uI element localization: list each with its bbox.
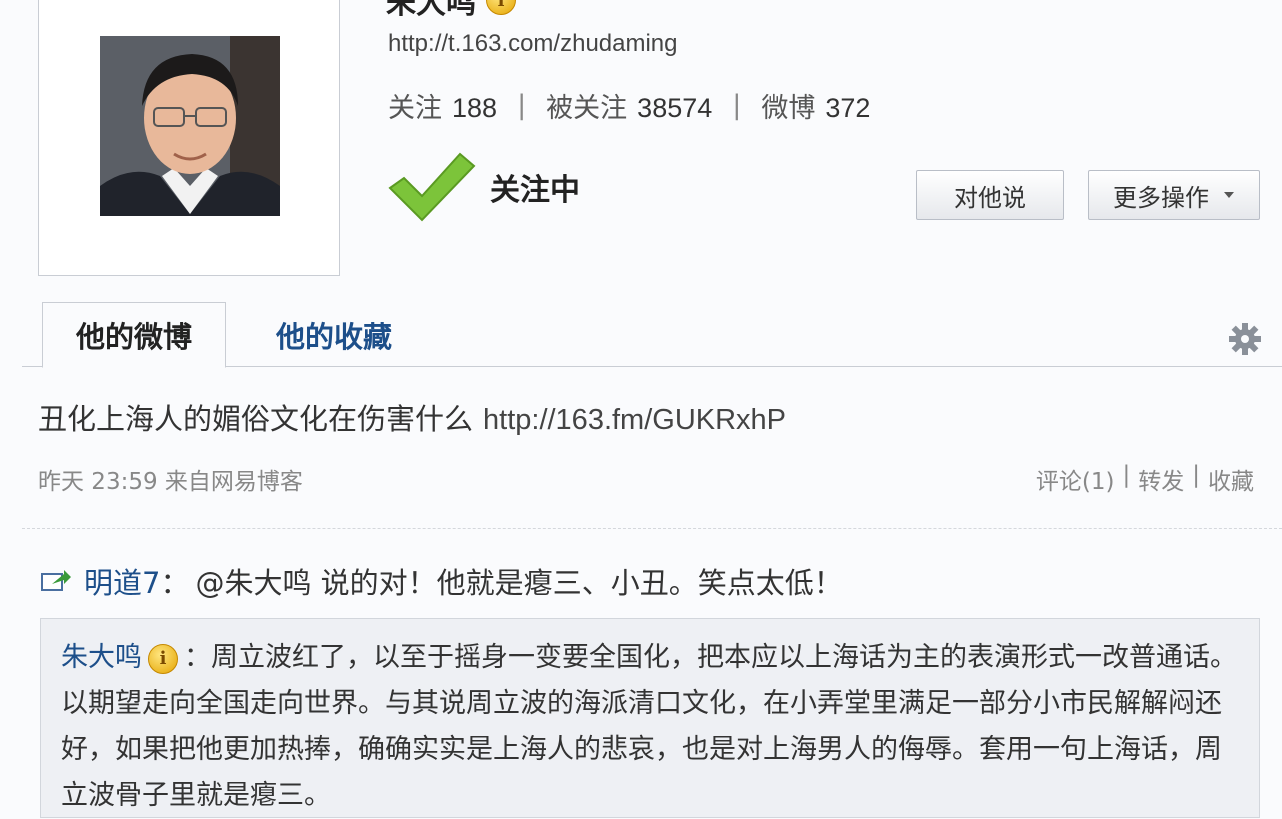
checkmark-icon bbox=[388, 152, 476, 222]
following-label: 关注 bbox=[388, 93, 442, 124]
post-link[interactable]: http://163.fm/GUKRxhP bbox=[483, 404, 786, 436]
following-stat[interactable]: 关注 188 bbox=[388, 86, 497, 125]
stat-divider: | bbox=[517, 90, 527, 121]
more-actions-button[interactable]: 更多操作 bbox=[1088, 170, 1260, 220]
post-divider bbox=[22, 528, 1282, 529]
post-content: 丑化上海人的媚俗文化在伤害什么 http://163.fm/GUKRxhP bbox=[38, 396, 786, 438]
followers-label: 被关注 bbox=[546, 93, 628, 124]
talk-to-him-button[interactable]: 对他说 bbox=[916, 170, 1064, 220]
following-count: 188 bbox=[452, 93, 498, 123]
quoted-verified-badge: i bbox=[148, 643, 178, 674]
post-actions: 评论(1) | 转发 | 收藏 bbox=[1036, 462, 1254, 496]
forward-link[interactable]: 转发 bbox=[1138, 462, 1184, 496]
repost-icon bbox=[41, 570, 71, 591]
favorite-link[interactable]: 收藏 bbox=[1208, 462, 1254, 496]
gear-icon[interactable] bbox=[1228, 322, 1262, 356]
chevron-down-icon bbox=[1224, 192, 1234, 198]
more-actions-label: 更多操作 bbox=[1113, 183, 1209, 212]
repost-row: 明道7 ： @朱大鸣 说的对！他就是瘪三、小丑。笑点太低！ bbox=[40, 560, 843, 602]
avatar[interactable] bbox=[100, 36, 280, 216]
tab-his-posts[interactable]: 他的微博 bbox=[42, 302, 226, 368]
action-separator: | bbox=[1122, 462, 1131, 488]
profile-url[interactable]: http://t.163.com/zhudaming bbox=[388, 30, 678, 58]
verified-badge-icon: i bbox=[148, 643, 178, 674]
repost-colon: ： bbox=[160, 566, 190, 600]
posts-label: 微博 bbox=[761, 93, 816, 124]
verified-badge-icon: i bbox=[486, 0, 516, 15]
profile-header: 朱大鸣 i bbox=[386, 0, 516, 22]
post-text: 丑化上海人的媚俗文化在伤害什么 bbox=[38, 402, 474, 436]
tab-his-favorites[interactable]: 他的收藏 bbox=[244, 302, 424, 368]
followers-stat[interactable]: 被关注 38574 bbox=[546, 86, 712, 125]
stat-divider: | bbox=[732, 90, 742, 121]
followers-count: 38574 bbox=[637, 93, 713, 123]
comment-link[interactable]: 评论(1) bbox=[1036, 462, 1115, 496]
quoted-author[interactable]: 朱大鸣 bbox=[61, 642, 142, 673]
quoted-text: ：周立波红了，以至于摇身一变要全国化，把本应以上海话为主的表演形式一改普通话。以… bbox=[61, 642, 1237, 811]
action-separator: | bbox=[1192, 462, 1200, 488]
posts-stat[interactable]: 微博 372 bbox=[761, 86, 870, 125]
avatar-image bbox=[100, 36, 280, 216]
follow-status: 关注中 bbox=[388, 152, 580, 222]
repost-message: @朱大鸣 说的对！他就是瘪三、小丑。笑点太低！ bbox=[195, 566, 843, 600]
profile-name: 朱大鸣 bbox=[386, 0, 476, 21]
follow-status-label: 关注中 bbox=[490, 173, 580, 208]
post-meta: 昨天 23:59 来自网易博客 bbox=[38, 469, 303, 495]
profile-stats: 关注 188 | 被关注 38574 | 微博 372 bbox=[388, 86, 870, 125]
posts-count: 372 bbox=[825, 93, 871, 123]
repost-author[interactable]: 明道7 bbox=[84, 560, 160, 602]
quoted-post: 朱大鸣 i ：周立波红了，以至于摇身一变要全国化，把本应以上海话为主的表演形式一改普… bbox=[40, 618, 1260, 818]
